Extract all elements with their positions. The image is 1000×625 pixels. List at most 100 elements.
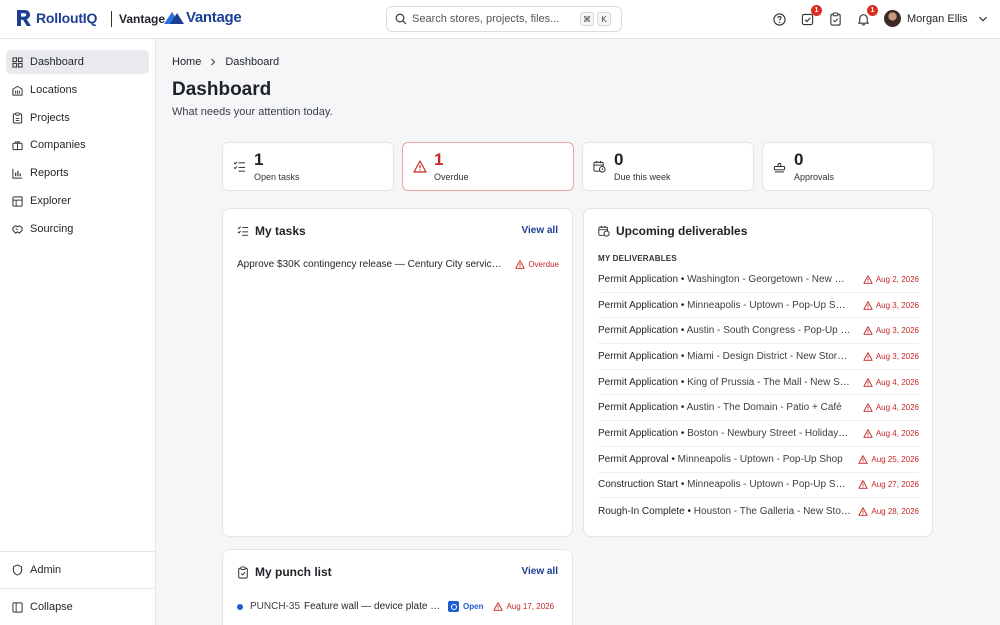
due-date-badge: Aug 27, 2026 bbox=[858, 480, 919, 489]
upcoming-deliverables-card: Upcoming deliverables MY DELIVERABLES Pe… bbox=[583, 208, 933, 537]
avatar bbox=[884, 10, 901, 27]
task-list-icon bbox=[233, 161, 246, 172]
building-icon bbox=[12, 85, 23, 96]
status-label: Open bbox=[463, 602, 484, 611]
deliverable-item[interactable]: Permit Application • Boston - Newbury St… bbox=[598, 421, 919, 447]
deliverable-text: Rough-In Complete • Houston - The Galler… bbox=[598, 506, 851, 517]
punch-item[interactable]: PUNCH-35 Feature wall — device plate nee… bbox=[237, 601, 559, 612]
sidebar-item-projects[interactable]: Projects bbox=[6, 106, 149, 130]
due-date: Aug 28, 2026 bbox=[871, 506, 919, 516]
stat-label: Open tasks bbox=[254, 172, 300, 182]
due-date-badge: Aug 3, 2026 bbox=[863, 326, 919, 335]
stat-label: Due this week bbox=[614, 172, 671, 182]
clipboard-icon bbox=[12, 112, 23, 124]
deliverable-item[interactable]: Permit Application • Washington - George… bbox=[598, 267, 919, 293]
stat-card-open-tasks[interactable]: 1 Open tasks bbox=[222, 142, 394, 191]
top-bar: RolloutIQ Vantage Vantage ⌘ K 1 bbox=[0, 0, 1000, 39]
sidebar-collapse-icon bbox=[12, 601, 23, 613]
view-all-tasks-link[interactable]: View all bbox=[521, 225, 558, 236]
sidebar-item-reports[interactable]: Reports bbox=[6, 161, 149, 185]
collapse-sidebar-button[interactable]: Collapse bbox=[6, 595, 149, 619]
warning-icon bbox=[858, 506, 869, 516]
deliverable-text: Permit Application • Miami - Design Dist… bbox=[598, 351, 851, 362]
status-badge: Open bbox=[448, 601, 483, 612]
task-item[interactable]: Approve $30K contingency release — Centu… bbox=[237, 259, 559, 270]
deliverable-kind: Permit Application bbox=[598, 402, 679, 414]
help-button[interactable] bbox=[771, 11, 787, 27]
clipboard-icon bbox=[829, 12, 841, 26]
deliverable-text: Permit Application • Washington - George… bbox=[598, 274, 851, 285]
sidebar-item-label: Collapse bbox=[30, 601, 73, 613]
sidebar-item-label: Companies bbox=[30, 139, 86, 151]
stat-label: Approvals bbox=[794, 172, 835, 182]
search-input[interactable] bbox=[412, 13, 577, 25]
calendar-clock-icon bbox=[593, 160, 606, 173]
due-date: Aug 4, 2026 bbox=[875, 377, 919, 387]
view-all-punch-link[interactable]: View all bbox=[521, 566, 558, 577]
deliverable-location: Houston - The Galleria - New Store Build bbox=[693, 505, 851, 517]
sidebar-item-label: Sourcing bbox=[30, 223, 74, 235]
stamp-icon bbox=[773, 162, 786, 173]
notifications-button[interactable]: 1 bbox=[855, 5, 878, 27]
sidebar-item-label: Explorer bbox=[30, 195, 71, 207]
punch-text: Feature wall — device plate needs realig… bbox=[304, 601, 442, 612]
handshake-icon bbox=[12, 224, 23, 234]
deliverable-item[interactable]: Rough-In Complete • Houston - The Galler… bbox=[598, 498, 919, 524]
deliverable-item[interactable]: Construction Start • Minneapolis - Uptow… bbox=[598, 473, 919, 499]
priority-dot bbox=[237, 603, 243, 610]
search-icon bbox=[395, 13, 407, 25]
due-date-badge: Aug 4, 2026 bbox=[863, 429, 919, 438]
sidebar-item-dashboard[interactable]: Dashboard bbox=[6, 50, 149, 74]
stat-card-approvals[interactable]: 0 Approvals bbox=[762, 142, 934, 191]
help-icon bbox=[772, 12, 786, 26]
stat-label: Overdue bbox=[434, 172, 469, 182]
due-date: Aug 4, 2026 bbox=[875, 403, 919, 413]
deliverable-item[interactable]: Permit Application • King of Prussia - T… bbox=[598, 370, 919, 396]
deliverable-kind: Rough-In Complete bbox=[598, 505, 685, 517]
deliverable-item[interactable]: Permit Application • Miami - Design Dist… bbox=[598, 344, 919, 370]
breadcrumb-home[interactable]: Home bbox=[172, 56, 201, 68]
dashboard-icon bbox=[12, 56, 23, 68]
deliverable-item[interactable]: Permit Application • Austin - South Cong… bbox=[598, 318, 919, 345]
shortcut-key-k: K bbox=[597, 12, 611, 26]
brand-logo[interactable]: RolloutIQ bbox=[16, 9, 97, 27]
sidebar: Dashboard Locations Projects Companies R… bbox=[0, 39, 156, 625]
shortcut-key-cmd: ⌘ bbox=[580, 12, 594, 26]
product-label: Vantage bbox=[119, 12, 166, 26]
sidebar-divider bbox=[0, 588, 156, 589]
due-date-badge: Aug 3, 2026 bbox=[863, 352, 919, 361]
deliverable-location: Austin - South Congress - Pop-Up Shop bbox=[686, 325, 851, 337]
card-header: Upcoming deliverables bbox=[598, 224, 747, 238]
warning-icon bbox=[863, 300, 873, 310]
sidebar-item-companies[interactable]: Companies bbox=[6, 133, 149, 157]
deliverable-location: Minneapolis - Uptown - Pop-Up Shop bbox=[677, 453, 843, 465]
stat-card-due-this-week[interactable]: 0 Due this week bbox=[582, 142, 754, 191]
vantage-logo-icon bbox=[164, 11, 184, 24]
vantage-logo[interactable]: Vantage bbox=[164, 9, 242, 26]
stat-value: 1 bbox=[254, 150, 264, 169]
sidebar-item-admin[interactable]: Admin bbox=[6, 558, 149, 582]
deliverable-item[interactable]: Permit Application • Minneapolis - Uptow… bbox=[598, 293, 919, 319]
stat-card-overdue[interactable]: 1 Overdue bbox=[402, 142, 574, 191]
search-bar[interactable]: ⌘ K bbox=[386, 6, 622, 32]
warning-icon bbox=[863, 377, 873, 387]
sidebar-item-locations[interactable]: Locations bbox=[6, 78, 149, 102]
sidebar-item-sourcing[interactable]: Sourcing bbox=[6, 217, 149, 241]
deliverable-kind: Permit Application bbox=[598, 376, 679, 388]
notifications-badge: 1 bbox=[867, 5, 878, 16]
sidebar-item-explorer[interactable]: Explorer bbox=[6, 189, 149, 213]
deliverable-kind: Construction Start bbox=[598, 479, 679, 491]
user-menu[interactable]: Morgan Ellis bbox=[884, 10, 988, 27]
punch-id: PUNCH-35 bbox=[250, 601, 301, 612]
task-list-icon bbox=[237, 226, 249, 236]
breadcrumb: Home Dashboard bbox=[172, 56, 279, 68]
clipboard-button[interactable] bbox=[827, 11, 843, 27]
card-title: Upcoming deliverables bbox=[616, 224, 748, 238]
deliverable-item[interactable]: Permit Approval • Minneapolis - Uptown -… bbox=[598, 447, 919, 473]
deliverable-location: Boston - Newbury Street - Holiday Refres… bbox=[687, 427, 851, 439]
breadcrumb-current: Dashboard bbox=[225, 56, 280, 68]
deliverable-item[interactable]: Permit Application • Austin - The Domain… bbox=[598, 395, 919, 422]
due-date-badge: Aug 17, 2026 bbox=[493, 602, 554, 611]
tasks-button[interactable]: 1 bbox=[799, 5, 822, 27]
briefcase-icon bbox=[12, 140, 23, 150]
